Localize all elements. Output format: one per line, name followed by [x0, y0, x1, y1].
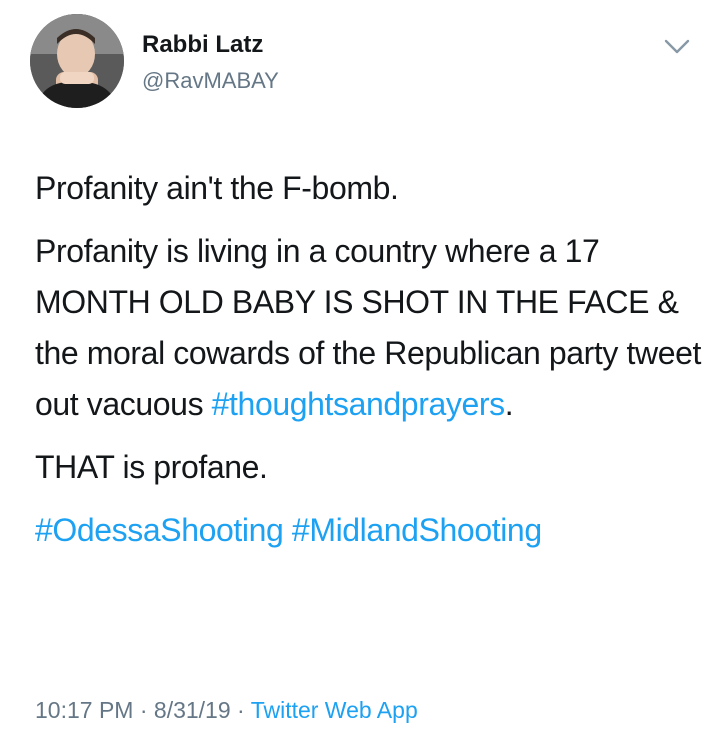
hashtags-line: #OdessaShooting #MidlandShooting [35, 505, 705, 556]
chevron-down-icon[interactable] [662, 34, 692, 58]
tweet-paragraph: THAT is profane. [35, 449, 268, 485]
tweet-paragraph: Profanity is living in a country where a… [35, 226, 705, 430]
tweet-metadata: 10:17 PM · 8/31/19 · Twitter Web App [35, 697, 418, 724]
display-name[interactable]: Rabbi Latz [142, 31, 263, 59]
tweet-card: Rabbi Latz @RavMABAY Profanity ain't the… [0, 0, 720, 750]
meta-separator: · [230, 697, 251, 723]
hashtag-link[interactable]: #MidlandShooting [292, 512, 542, 548]
tweet-source-link[interactable]: Twitter Web App [251, 697, 418, 723]
hashtag-link[interactable]: #OdessaShooting [35, 512, 284, 548]
tweet-time[interactable]: 10:17 PM [35, 697, 133, 723]
avatar[interactable] [30, 14, 124, 108]
user-handle[interactable]: @RavMABAY [142, 68, 279, 94]
hashtag-link[interactable]: #thoughtsandprayers [212, 386, 505, 422]
tweet-date[interactable]: 8/31/19 [154, 697, 231, 723]
meta-separator: · [133, 697, 154, 723]
tweet-text: Profanity ain't the F-bomb. Profanity is… [35, 163, 705, 556]
tweet-paragraph: Profanity ain't the F-bomb. [35, 170, 399, 206]
tweet-paragraph-end: . [504, 386, 514, 422]
